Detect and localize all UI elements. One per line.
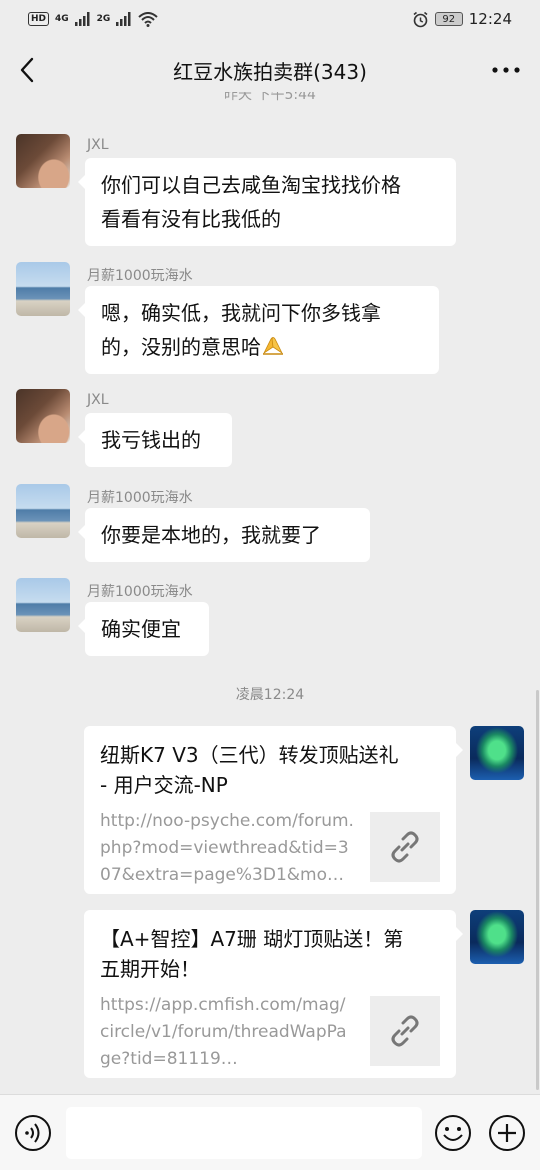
emoji-icon[interactable] [434, 1114, 472, 1152]
message-text-line: 的，没别的意思哈 [101, 335, 261, 359]
alarm-icon [413, 11, 428, 27]
message-text: 你要是本地的，我就要了 [101, 523, 321, 547]
link-title-line: 五期开始！ [100, 957, 200, 981]
message-text-line: 你们可以自己去咸鱼淘宝找找价格 [101, 173, 401, 197]
link-title-line: - 用户交流-NP [100, 773, 228, 797]
chevron-left-icon[interactable] [14, 54, 42, 86]
battery-indicator: 92 [434, 12, 463, 26]
link-title-line: 纽斯K7 V3（三代）转发顶贴送礼 [100, 743, 399, 767]
avatar[interactable] [16, 578, 70, 632]
link-card[interactable]: 【A+智控】A7珊 瑚灯顶贴送！第 五期开始！ https://app.cmfi… [84, 910, 463, 1078]
link-thumbnail [370, 812, 440, 882]
status-right: 92 12:24 [412, 10, 512, 28]
message-text-line: 看看有没有比我低的 [101, 207, 281, 231]
praying-hands-emoji-icon [262, 337, 284, 355]
avatar[interactable] [16, 389, 70, 443]
link-url: http://noo-psyche.com/forum.php?mod=view… [100, 811, 354, 885]
message-bubble[interactable]: 我亏钱出的 [78, 413, 232, 467]
signal-icon [116, 12, 131, 26]
sender-name: JXL [87, 392, 109, 408]
sender-name: 月薪1000玩海水 [87, 268, 193, 284]
input-bar [0, 1094, 540, 1170]
link-card[interactable]: 纽斯K7 V3（三代）转发顶贴送礼 - 用户交流-NP http://noo-p… [84, 726, 463, 894]
message-bubble[interactable]: 你要是本地的，我就要了 [78, 508, 370, 562]
partial-timestamp: 昨天 下午5:44 [224, 92, 316, 103]
message-text-line-wrapper: 的，没别的意思哈 [101, 330, 423, 364]
more-dots-icon[interactable] [490, 56, 522, 84]
chat-title: 红豆水族拍卖群(343) [173, 59, 367, 84]
message-text-line: 嗯，确实低，我就问下你多钱拿 [101, 301, 381, 325]
status-left: HD 4G 2G [28, 11, 158, 27]
avatar[interactable] [16, 484, 70, 538]
network-4g-label: 4G [55, 14, 69, 24]
link-icon [391, 1015, 419, 1047]
message-text: 我亏钱出的 [101, 428, 201, 452]
sender-name: JXL [87, 137, 109, 153]
sender-name: 月薪1000玩海水 [87, 490, 193, 506]
avatar[interactable] [16, 134, 70, 188]
message-bubble[interactable]: 确实便宜 [78, 602, 209, 656]
link-icon [391, 831, 419, 863]
link-url: https://app.cmfish.com/mag/circle/v1/for… [100, 995, 347, 1069]
avatar-self[interactable] [470, 910, 524, 964]
scrollbar[interactable] [536, 690, 539, 1090]
network-2g-label: 2G [96, 14, 111, 24]
wifi-icon [138, 11, 158, 27]
signal-icon [74, 12, 90, 26]
message-bubble[interactable]: 你们可以自己去咸鱼淘宝找找价格 看看有没有比我低的 [78, 158, 456, 246]
message-input[interactable] [66, 1107, 422, 1159]
hd-badge: HD [28, 12, 50, 26]
message-text: 确实便宜 [101, 617, 181, 641]
clock-time: 12:24 [468, 10, 512, 28]
plus-icon[interactable] [488, 1114, 526, 1152]
voice-icon[interactable] [14, 1114, 52, 1152]
link-body: http://noo-psyche.com/forum.php?mod=view… [100, 808, 440, 889]
avatar[interactable] [16, 262, 70, 316]
avatar-self[interactable] [470, 726, 524, 780]
message-bubble[interactable]: 嗯，确实低，我就问下你多钱拿 的，没别的意思哈 [78, 286, 439, 374]
status-bar: HD 4G 2G 92 12:24 [0, 0, 540, 38]
link-title-line: 【A+智控】A7珊 瑚灯顶贴送！第 [100, 927, 404, 951]
time-separator: 凌晨12:24 [235, 687, 305, 703]
sender-name: 月薪1000玩海水 [87, 584, 193, 600]
link-thumbnail [370, 996, 440, 1066]
link-body: https://app.cmfish.com/mag/circle/v1/for… [100, 992, 440, 1073]
